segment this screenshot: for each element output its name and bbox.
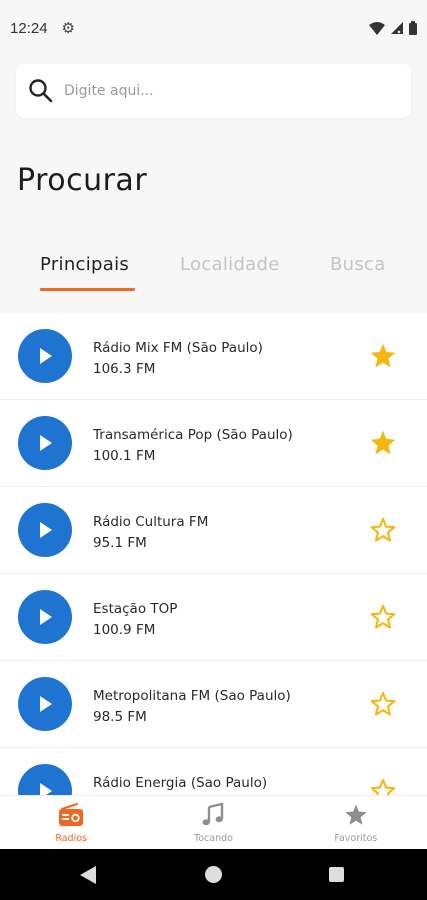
play-button[interactable] bbox=[18, 677, 72, 731]
station-name: Estação TOP bbox=[93, 601, 178, 617]
station-row[interactable]: Transamérica Pop (São Paulo) 100.1 FM bbox=[0, 400, 427, 487]
music-note-icon bbox=[203, 803, 224, 826]
page-title: Procurar bbox=[17, 163, 148, 198]
search-box[interactable] bbox=[16, 64, 411, 118]
play-icon bbox=[40, 609, 52, 625]
play-icon bbox=[40, 522, 52, 538]
battery-icon bbox=[409, 21, 417, 35]
settings-gear-icon: ⚙ bbox=[61, 19, 75, 37]
cell-signal-icon bbox=[391, 22, 403, 34]
play-icon bbox=[40, 348, 52, 364]
nav-favoritos[interactable]: Favoritos bbox=[285, 796, 427, 849]
play-button[interactable] bbox=[18, 503, 72, 557]
station-frequency: 100.1 FM bbox=[93, 448, 156, 464]
station-list[interactable]: Rádio Mix FM (São Paulo) 106.3 FM Transa… bbox=[0, 313, 427, 795]
tab-busca[interactable]: Busca bbox=[330, 254, 386, 275]
search-icon bbox=[29, 79, 53, 103]
back-icon[interactable] bbox=[80, 866, 96, 884]
station-row[interactable]: Rádio Energia (Sao Paulo) bbox=[0, 748, 427, 795]
station-name: Metropolitana FM (Sao Paulo) bbox=[93, 688, 291, 704]
status-time: 12:24 bbox=[10, 19, 48, 37]
play-icon bbox=[40, 783, 52, 795]
station-name: Transamérica Pop (São Paulo) bbox=[93, 427, 293, 443]
star-icon bbox=[345, 804, 367, 825]
radio-icon bbox=[59, 803, 84, 826]
play-button[interactable] bbox=[18, 416, 72, 470]
system-navigation-bar bbox=[0, 849, 427, 900]
station-row[interactable]: Rádio Cultura FM 95.1 FM bbox=[0, 487, 427, 574]
nav-label: Favoritos bbox=[334, 833, 378, 844]
station-name: Rádio Energia (Sao Paulo) bbox=[93, 775, 268, 791]
play-icon bbox=[40, 435, 52, 451]
home-icon[interactable] bbox=[205, 866, 222, 883]
nav-label: Radios bbox=[55, 833, 87, 844]
favorite-star-outline-icon[interactable] bbox=[369, 516, 397, 544]
nav-label: Tocando bbox=[194, 833, 233, 844]
play-button[interactable] bbox=[18, 764, 72, 795]
station-frequency: 95.1 FM bbox=[93, 535, 147, 551]
active-tab-indicator bbox=[40, 288, 135, 291]
favorite-star-filled-icon[interactable] bbox=[369, 342, 397, 370]
station-frequency: 106.3 FM bbox=[93, 361, 156, 377]
station-frequency: 100.9 FM bbox=[93, 622, 156, 638]
play-button[interactable] bbox=[18, 329, 72, 383]
station-name: Rádio Mix FM (São Paulo) bbox=[93, 340, 263, 356]
tab-localidade[interactable]: Localidade bbox=[180, 254, 280, 275]
favorite-star-outline-icon[interactable] bbox=[369, 777, 397, 795]
wifi-icon bbox=[369, 21, 385, 35]
bottom-navigation: Radios Tocando Favoritos bbox=[0, 795, 427, 849]
tab-bar: Principais Localidade Busca bbox=[0, 246, 427, 292]
station-frequency: 98.5 FM bbox=[93, 709, 147, 725]
station-name: Rádio Cultura FM bbox=[93, 514, 209, 530]
status-bar: 12:24 ⚙ bbox=[0, 0, 427, 56]
nav-tocando[interactable]: Tocando bbox=[142, 796, 284, 849]
station-row[interactable]: Rádio Mix FM (São Paulo) 106.3 FM bbox=[0, 313, 427, 400]
nav-radios[interactable]: Radios bbox=[0, 796, 142, 849]
favorite-star-outline-icon[interactable] bbox=[369, 603, 397, 631]
recents-icon[interactable] bbox=[329, 867, 344, 882]
favorite-star-outline-icon[interactable] bbox=[369, 690, 397, 718]
play-button[interactable] bbox=[18, 590, 72, 644]
tab-principais[interactable]: Principais bbox=[40, 254, 129, 275]
play-icon bbox=[40, 696, 52, 712]
status-icons bbox=[369, 21, 417, 35]
station-row[interactable]: Metropolitana FM (Sao Paulo) 98.5 FM bbox=[0, 661, 427, 748]
favorite-star-filled-icon[interactable] bbox=[369, 429, 397, 457]
search-input[interactable] bbox=[64, 83, 384, 99]
station-row[interactable]: Estação TOP 100.9 FM bbox=[0, 574, 427, 661]
